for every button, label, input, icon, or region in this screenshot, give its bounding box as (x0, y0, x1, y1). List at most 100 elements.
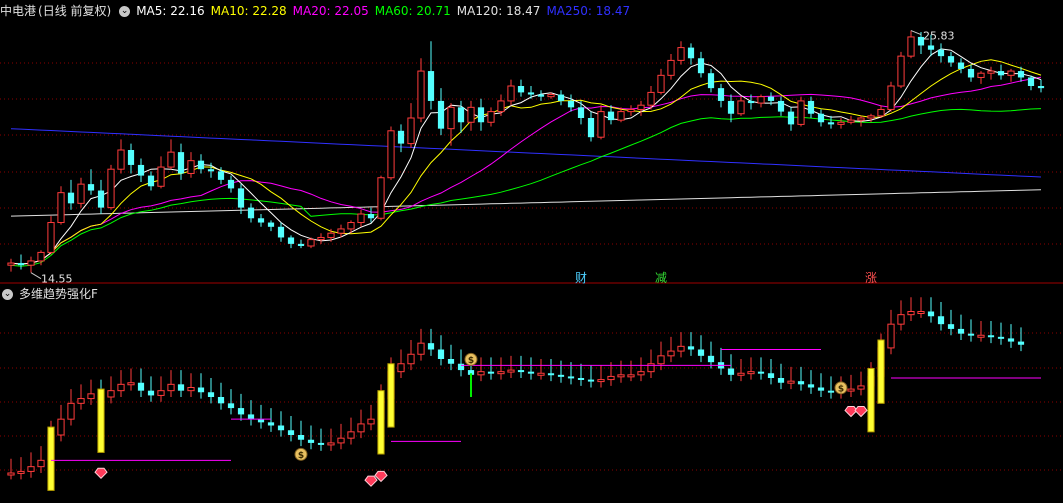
candle-body (7, 262, 15, 266)
indicator-bar (57, 418, 65, 436)
candle-body (227, 179, 235, 189)
indicator-bar (667, 350, 675, 357)
candle-body (517, 86, 525, 93)
candle-body (47, 222, 55, 253)
money-bag-symbol: $ (838, 384, 844, 394)
candle-body (347, 222, 355, 230)
candle-body (817, 113, 825, 123)
candle-body (167, 151, 175, 168)
indicator-title[interactable]: 多维趋势强化F (19, 287, 98, 301)
low-pointer (30, 272, 42, 280)
candle-body (787, 111, 795, 125)
indicator-bar (687, 346, 695, 350)
candle-body (127, 150, 135, 165)
indicator-bar (987, 335, 995, 338)
indicator-bar (317, 442, 325, 445)
indicator-bar (797, 381, 805, 385)
candle-body (907, 36, 915, 57)
indicator-bar (707, 355, 715, 363)
candle-body (367, 214, 375, 219)
candle-body (257, 218, 265, 223)
candle-body (337, 228, 345, 234)
indicator-bar (677, 345, 685, 352)
ma20-line (10, 76, 1042, 265)
candle-body (267, 222, 275, 227)
indicator-bar (587, 379, 595, 382)
strength-bar (387, 363, 395, 428)
candle-body (827, 122, 835, 125)
candle-body (77, 183, 85, 204)
collapse-icon[interactable]: ⌄ (119, 6, 131, 17)
indicator-bar (577, 378, 585, 380)
candle-body (87, 184, 95, 191)
candle-body (507, 85, 515, 102)
candle-body (157, 166, 165, 187)
candle-body (137, 164, 145, 176)
indicator-bar (937, 316, 945, 325)
diamond-icon (94, 467, 108, 479)
candle-body (117, 149, 125, 170)
indicator-bar (977, 334, 985, 338)
money-bag-symbol: $ (468, 356, 474, 366)
sub-header: ⌄ 多维趋势强化F (0, 284, 1063, 304)
ma-legend-item: MA250: 18.47 (546, 4, 631, 18)
indicator-bar (557, 374, 565, 377)
indicator-bar (1017, 341, 1025, 345)
money-bag-symbol: $ (298, 451, 304, 461)
indicator-bar (477, 371, 485, 376)
stock-chart: 25.8314.55 财减涨$$$ (0, 30, 1063, 491)
indicator-bar (137, 382, 145, 391)
candle-body (37, 251, 45, 262)
indicator-bar (957, 328, 965, 334)
ma-legend-item: MA120: 18.47 (456, 4, 541, 18)
event-marker: 减 (655, 271, 667, 285)
indicator-bar (207, 392, 215, 397)
candle-body (1027, 77, 1035, 86)
indicator-bar (127, 382, 135, 386)
indicator-bar (227, 403, 235, 409)
indicator-bar (727, 368, 735, 375)
indicator-bar (407, 353, 415, 365)
indicator-bar (897, 314, 905, 325)
indicator-bar (907, 311, 915, 316)
indicator-bar (337, 437, 345, 444)
ma250-line (10, 128, 1042, 178)
ma-legend-item: MA60: 20.71 (374, 4, 451, 18)
indicator-bar (457, 363, 465, 371)
stock-name[interactable]: 中电港 (0, 4, 36, 18)
candle-body (617, 111, 625, 121)
indicator-bar (757, 371, 765, 374)
candle-body (987, 70, 995, 74)
strength-bar (97, 388, 105, 453)
candle-body (397, 130, 405, 144)
indicator-bar (627, 374, 635, 378)
candle-body (867, 115, 875, 119)
candle-body (1017, 71, 1025, 78)
indicator-bar (367, 418, 375, 425)
indicator-bar (117, 383, 125, 392)
indicator-bar (267, 422, 275, 426)
high-label: 25.83 (923, 30, 955, 43)
candle-body (427, 71, 435, 101)
indicator-bar (77, 398, 85, 404)
candle-body (897, 55, 905, 87)
period-mode: (日线 前复权) (38, 4, 112, 18)
indicator-bar (517, 370, 525, 373)
indicator-bar (767, 373, 775, 378)
indicator-bar (917, 311, 925, 314)
candle-body (197, 160, 205, 170)
collapse-icon[interactable]: ⌄ (2, 289, 13, 300)
indicator-bar (17, 470, 25, 474)
strength-bar (877, 339, 885, 404)
candle-body (107, 168, 115, 209)
candle-body (567, 100, 575, 108)
indicator-bar (167, 383, 175, 392)
candle-body (887, 85, 895, 110)
main-header: 中电港 (日线 前复权) ⌄ MA5: 22.16 MA10: 22.28 MA20: 2… (0, 1, 1063, 21)
diamond-icon (364, 475, 378, 487)
indicator-bar (87, 393, 95, 400)
indicator-bar (27, 466, 35, 472)
indicator-bar (607, 375, 615, 381)
candle-body (717, 88, 725, 101)
candle-body (1037, 86, 1045, 89)
